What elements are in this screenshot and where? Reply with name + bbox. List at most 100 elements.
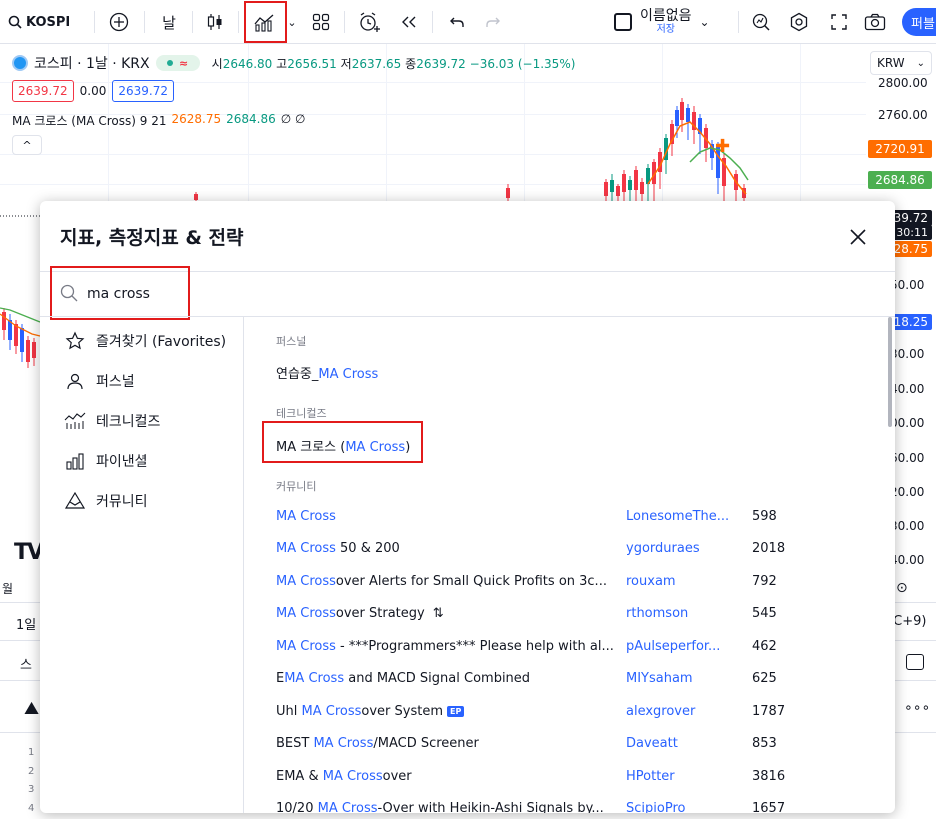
save-layout-button[interactable]: 이름없음 저장 ⌄	[614, 0, 734, 44]
change-value: −36.03 (−1.35%)	[469, 56, 576, 71]
low-value: 2637.65	[351, 56, 402, 71]
likes-count: 792	[752, 574, 777, 589]
author-link[interactable]: MIYsaham	[626, 671, 693, 686]
compare-symbol-button[interactable]	[102, 0, 136, 44]
list-item[interactable]: MA Cross 50 & 200 ygorduraes 2018	[276, 539, 856, 561]
axis-settings-icon[interactable]: ⊙	[896, 580, 908, 596]
bottom-panel-tab[interactable]: 스	[20, 654, 32, 673]
name-text: and MACD Signal Combined	[344, 671, 531, 686]
replay-button[interactable]	[392, 0, 426, 44]
name-text: - ***Programmers*** Please help with al.…	[335, 639, 614, 654]
alert-button[interactable]	[352, 0, 386, 44]
name-match: MA Cross	[313, 736, 374, 751]
trade-buttons: 2639.72 0.00 2639.72	[12, 80, 174, 102]
chevron-down-icon: ⌄	[916, 57, 925, 69]
more-icon[interactable]: ∘∘∘	[904, 700, 930, 716]
fullscreen-button[interactable]	[822, 0, 856, 44]
script-name: BEST MA Cross/MACD Screener	[276, 736, 479, 751]
market-status-badge[interactable]: ≈	[155, 55, 200, 71]
price-axis-label: 2800.00	[878, 76, 928, 90]
list-item[interactable]: 10/20 MA Cross-Over with Heikin-Ashi Sig…	[276, 799, 856, 813]
indicator-title: MA 크로스 (MA Cross) 9 21	[12, 114, 167, 128]
sidebar-item-personal[interactable]: 퍼스널	[64, 369, 135, 393]
sidebar-item-financials[interactable]: 파이낸셜	[64, 449, 148, 473]
snapshot-button[interactable]	[858, 0, 892, 44]
likes-count: 1787	[752, 704, 786, 719]
list-item[interactable]: BEST MA Cross/MACD Screener Daveatt 853	[276, 734, 856, 756]
layout-button[interactable]	[304, 0, 338, 44]
close-button[interactable]	[846, 225, 870, 249]
time-axis-label: 월	[2, 582, 14, 596]
line-number: 3	[28, 784, 35, 795]
indicator-templates-dropdown[interactable]: ⌄	[284, 0, 300, 44]
script-name: 10/20 MA Cross-Over with Heikin-Ashi Sig…	[276, 801, 604, 813]
high-value: 2656.51	[287, 56, 337, 71]
list-item[interactable]: 연습중_MA Cross	[276, 361, 856, 383]
sidebar-item-technicals[interactable]: 테크니컬즈	[64, 409, 160, 433]
name-text: BEST	[276, 736, 314, 751]
name-text: EMA &	[276, 769, 323, 784]
script-name: Uhl MA Crossover System EP	[276, 704, 465, 719]
author-link[interactable]: rouxam	[626, 574, 676, 589]
undo-button[interactable]	[440, 0, 474, 44]
list-item[interactable]: EMA & MA Crossover HPotter 3816	[276, 767, 856, 789]
list-item[interactable]: Uhl MA Crossover System EP alexgrover 178…	[276, 702, 856, 724]
author-link[interactable]: Daveatt	[626, 736, 678, 751]
author-link[interactable]: HPotter	[626, 769, 675, 784]
list-item[interactable]: MA Crossover Alerts for Small Quick Prof…	[276, 572, 856, 594]
price-axis-label: 30.00	[890, 519, 925, 533]
author-link[interactable]: LonesomeThe...	[626, 509, 729, 524]
alarm-icon	[360, 12, 380, 32]
save-sublabel: 저장	[656, 24, 675, 36]
list-item[interactable]: MA Cross LonesomeThe... 598	[276, 507, 856, 529]
author-link[interactable]: pAulseperfor...	[626, 639, 720, 654]
publish-button[interactable]: 퍼블	[902, 8, 936, 36]
range-button[interactable]: 1일	[16, 614, 36, 633]
name-match: MA Cross	[276, 639, 336, 654]
name-match: MA Cross	[322, 769, 383, 784]
results-scrollbar[interactable]	[888, 317, 892, 427]
ma-slow-value: 2684.86	[226, 112, 276, 126]
chart-type-button[interactable]	[198, 0, 232, 44]
name-match: MA Cross	[276, 606, 336, 621]
symbol-legend-title[interactable]: 코스피 · 1날 · KRX	[34, 53, 150, 73]
sidebar-item-favorites[interactable]: 즐겨찾기 (Favorites)	[64, 329, 226, 353]
panel-maximize-icon[interactable]	[906, 654, 924, 670]
author-link[interactable]: alexgrover	[626, 704, 695, 719]
script-name: MA Crossover Strategy ⇅	[276, 606, 444, 621]
toolbar-divider	[238, 11, 239, 33]
currency-select[interactable]: KRW ⌄	[870, 51, 932, 75]
name-match: MA Cross	[318, 367, 379, 382]
collapse-legend-button[interactable]: ^	[12, 135, 42, 155]
price-tag-green: 2684.86	[868, 171, 932, 189]
redo-button[interactable]	[476, 0, 510, 44]
price-axis-label: 40.00	[890, 553, 925, 567]
indicator-legend[interactable]: MA 크로스 (MA Cross) 9 21 2628.75 2684.86 ∅…	[12, 112, 305, 129]
sidebar-item-community[interactable]: 커뮤니티	[64, 489, 148, 513]
author-link[interactable]: rthomson	[626, 606, 688, 621]
close-value: 2639.72	[416, 56, 466, 71]
symbol-search-button[interactable]: KOSPI	[8, 0, 78, 44]
status-dot-icon	[167, 60, 174, 66]
interval-button[interactable]: 날	[152, 0, 186, 44]
script-name: 연습중_MA Cross	[276, 363, 378, 382]
quick-search-button[interactable]	[744, 0, 778, 44]
settings-button[interactable]	[782, 0, 816, 44]
section-header-technicals: 테크니컬즈	[276, 407, 327, 420]
symbol-logo-icon	[12, 55, 28, 71]
category-sidebar: 즐겨찾기 (Favorites) 퍼스널 테크니컬즈 파이낸셜 커뮤니티	[40, 317, 244, 813]
list-item[interactable]: MA Crossover Strategy ⇅ rthomson 545	[276, 604, 856, 626]
list-item[interactable]: MA Cross - ***Programmers*** Please help…	[276, 637, 856, 659]
buy-button[interactable]: 2639.72	[112, 80, 174, 102]
open-value: 2646.80	[222, 56, 273, 71]
sell-button[interactable]: 2639.72	[12, 80, 74, 102]
name-text: 연습중_	[276, 367, 319, 382]
section-header-personal: 퍼스널	[276, 335, 307, 348]
rewind-icon	[402, 16, 416, 28]
candles-left	[2, 308, 36, 368]
author-link[interactable]: ScipioPro	[626, 801, 685, 813]
list-item[interactable]: EMA Cross and MACD Signal Combined MIYsa…	[276, 669, 856, 691]
price-axis-label: 2760.00	[878, 108, 928, 122]
delay-icon: ≈	[179, 56, 189, 70]
author-link[interactable]: ygorduraes	[626, 541, 700, 556]
